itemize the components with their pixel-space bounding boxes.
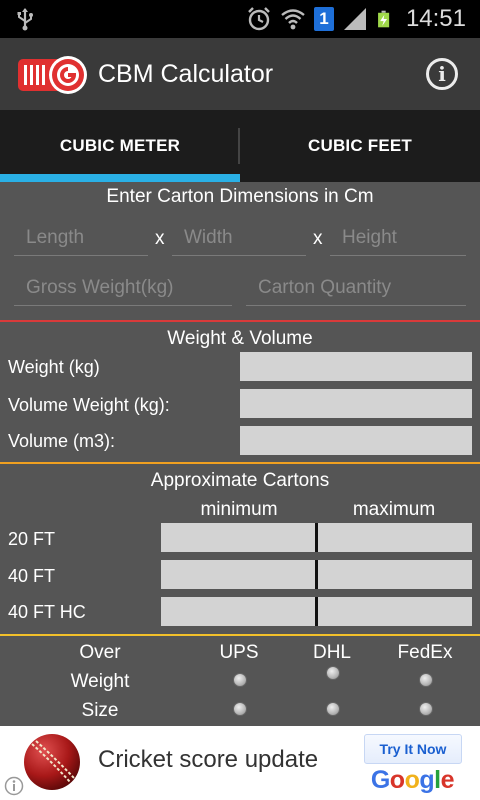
fedex-label: FedEx	[397, 642, 453, 663]
ad-info-icon[interactable]	[4, 776, 24, 796]
volume-output	[240, 426, 472, 455]
ups-weight-indicator	[233, 673, 247, 687]
tab-cubic-feet[interactable]: CUBIC FEET	[240, 110, 480, 182]
carton-quantity-field[interactable]	[246, 270, 466, 306]
ups-size-indicator	[233, 702, 247, 716]
ups-label: UPS	[219, 642, 259, 663]
length-field[interactable]	[14, 220, 148, 256]
notification-badge: 1	[313, 7, 334, 31]
tab-bar: CUBIC METER CUBIC FEET	[0, 110, 480, 182]
times-symbol: x	[155, 228, 165, 249]
status-bar: 1 14:51	[0, 0, 480, 38]
try-it-now-button[interactable]: Try It Now	[364, 734, 462, 764]
row-40fthc-label: 40 FT HC	[8, 602, 86, 622]
volume-weight-label: Volume Weight (kg):	[8, 395, 170, 415]
volume-weight-output	[240, 389, 472, 418]
clock: 14:51	[405, 5, 466, 32]
ad-banner[interactable]: Cricket score update Try It Now Google	[0, 726, 480, 800]
min-max-separator	[315, 523, 318, 552]
battery-charging-icon	[378, 10, 390, 28]
google-logo: Google	[370, 766, 455, 794]
dimensions-heading: Enter Carton Dimensions in Cm	[106, 186, 374, 207]
min-max-separator	[315, 560, 318, 589]
app-title: CBM Calculator	[98, 60, 274, 88]
weight-output	[240, 352, 472, 381]
length-input[interactable]	[14, 220, 148, 255]
weight-row-label: Weight	[70, 671, 130, 692]
weight-volume-heading: Weight & Volume	[167, 328, 313, 349]
height-field[interactable]	[330, 220, 466, 256]
min-max-separator	[315, 597, 318, 626]
minimum-label: minimum	[200, 499, 278, 520]
selected-tab-indicator	[0, 174, 240, 182]
fedex-size-indicator	[419, 702, 433, 716]
row-20ft-label: 20 FT	[8, 529, 56, 549]
width-field[interactable]	[172, 220, 306, 256]
gross-weight-field[interactable]	[14, 270, 232, 306]
height-input[interactable]	[330, 220, 466, 255]
width-input[interactable]	[172, 220, 306, 255]
app-logo-icon	[18, 56, 87, 94]
dhl-size-indicator	[326, 702, 340, 716]
alarm-icon	[248, 7, 270, 31]
section-divider	[0, 462, 480, 464]
app-bar: CBM Calculator i	[0, 38, 480, 110]
carton-quantity-input[interactable]	[246, 270, 466, 305]
fedex-weight-indicator	[419, 673, 433, 687]
maximum-label: maximum	[352, 499, 436, 520]
signal-icon	[343, 8, 366, 30]
cartons-heading: Approximate Cartons	[150, 470, 330, 491]
dhl-weight-indicator	[326, 666, 340, 680]
tab-cubic-meter[interactable]: CUBIC METER	[0, 110, 240, 182]
wifi-icon	[281, 9, 305, 30]
weight-label: Weight (kg)	[8, 357, 100, 377]
ad-text: Cricket score update	[98, 746, 319, 773]
size-row-label: Size	[81, 700, 119, 721]
row-40ft-label: 40 FT	[8, 566, 56, 586]
usb-icon	[17, 8, 33, 31]
cricket-ball-icon	[24, 734, 80, 790]
section-divider	[0, 320, 480, 322]
over-label: Over	[79, 642, 121, 663]
section-divider	[0, 634, 480, 636]
info-icon[interactable]: i	[426, 58, 458, 90]
dhl-label: DHL	[312, 642, 351, 663]
gross-weight-input[interactable]	[14, 270, 232, 305]
volume-label: Volume (m3):	[8, 431, 116, 451]
times-symbol: x	[313, 228, 323, 249]
